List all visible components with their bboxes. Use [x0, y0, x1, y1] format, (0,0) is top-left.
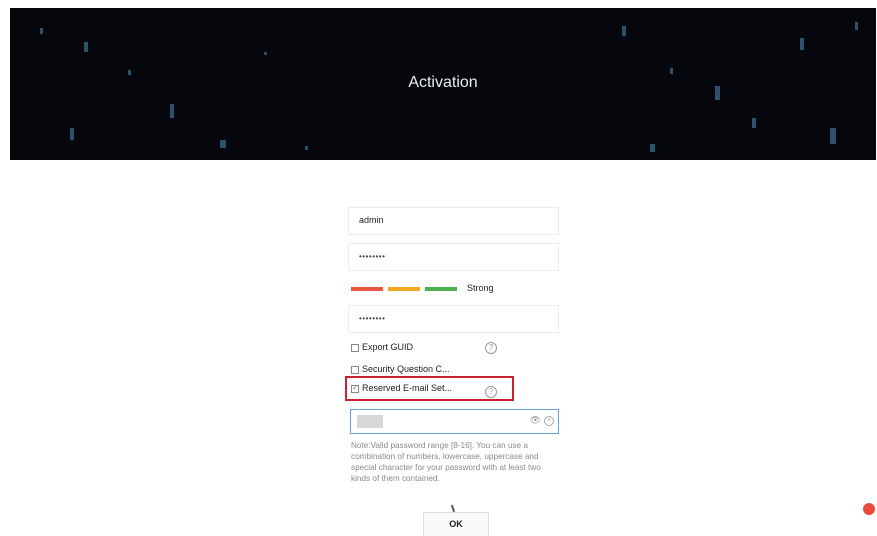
page-title: Activation: [408, 74, 478, 91]
decor-dot: [84, 42, 88, 52]
reserved-email-label: Reserved E-mail Set...: [362, 383, 453, 393]
reserved-email-checkbox[interactable]: [351, 383, 359, 393]
password-note: Note:Valid password range [8-16]. You ca…: [351, 441, 541, 483]
strength-bar-strong: [425, 287, 457, 291]
username-field[interactable]: admin: [348, 207, 559, 235]
close-icon[interactable]: ×: [544, 416, 554, 426]
password-field[interactable]: ••••••••: [348, 243, 559, 271]
decor-dot: [220, 140, 226, 148]
decor-dot: [264, 52, 267, 55]
decor-dot: [800, 38, 804, 50]
strength-bar-medium: [388, 287, 420, 291]
strength-label: Strong: [467, 283, 494, 293]
reserved-email-input[interactable]: 👁 ×: [350, 409, 559, 434]
decor-dot: [752, 118, 756, 128]
redacted-value: [357, 415, 383, 428]
export-guid-checkbox[interactable]: [351, 344, 359, 352]
help-icon[interactable]: ?: [485, 386, 497, 398]
username-value: admin: [359, 215, 384, 225]
record-indicator-icon[interactable]: [863, 503, 875, 515]
strength-bar-weak: [351, 287, 383, 291]
confirm-password-value: ••••••••: [359, 314, 386, 323]
activation-banner: Activation: [10, 8, 876, 160]
decor-dot: [40, 28, 43, 34]
decor-dot: [650, 144, 655, 152]
decor-dot: [855, 22, 858, 30]
help-icon[interactable]: ?: [485, 342, 497, 354]
decor-dot: [622, 26, 626, 36]
decor-dot: [830, 128, 836, 144]
security-question-label: Security Question C...: [362, 364, 450, 374]
decor-dot: [305, 146, 308, 150]
decor-dot: [70, 128, 74, 140]
export-guid-label: Export GUID: [362, 342, 414, 352]
ok-button[interactable]: OK: [423, 512, 489, 536]
confirm-password-field[interactable]: ••••••••: [348, 305, 559, 333]
password-value: ••••••••: [359, 252, 386, 261]
security-question-checkbox[interactable]: [351, 366, 359, 374]
eye-icon[interactable]: 👁: [530, 415, 541, 426]
decor-dot: [170, 104, 174, 118]
